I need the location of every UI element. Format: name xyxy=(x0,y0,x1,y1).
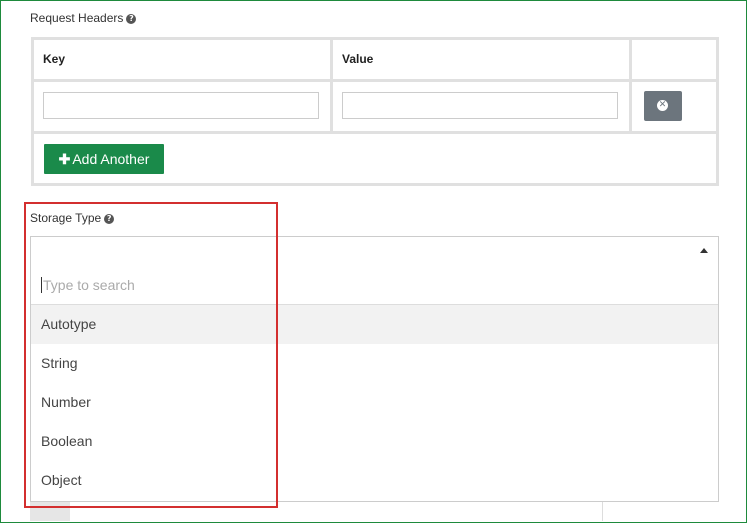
header-key-input[interactable] xyxy=(43,92,319,119)
dropdown-search-placeholder: Type to search xyxy=(41,277,135,293)
help-icon[interactable]: ? xyxy=(104,214,115,224)
storage-type-dropdown: Type to search Autotype String Number Bo… xyxy=(30,265,719,502)
dropdown-option-object[interactable]: Object xyxy=(31,461,718,500)
storage-type-label-text: Storage Type xyxy=(30,211,102,225)
dropdown-search-input[interactable]: Type to search xyxy=(31,265,718,305)
background-element xyxy=(30,502,70,521)
dropdown-option-boolean[interactable]: Boolean xyxy=(31,422,718,461)
key-column-label: Key xyxy=(43,52,66,66)
dropdown-option-string[interactable]: String xyxy=(31,344,718,383)
help-icon[interactable]: ? xyxy=(126,14,137,24)
value-column-label: Value xyxy=(342,52,374,66)
key-column-header: Key xyxy=(34,40,333,82)
storage-type-label: Storage Type? xyxy=(30,211,115,225)
key-cell xyxy=(34,82,333,134)
header-value-input[interactable] xyxy=(342,92,618,119)
caret-up-icon xyxy=(700,248,708,253)
value-cell xyxy=(333,82,632,134)
remove-circle-icon: ✕ xyxy=(657,100,668,111)
plus-icon: ✚ xyxy=(58,151,71,167)
value-column-header: Value xyxy=(333,40,632,82)
add-another-button[interactable]: ✚ Add Another xyxy=(44,144,164,174)
dropdown-option-autotype[interactable]: Autotype xyxy=(31,305,718,344)
request-headers-label-text: Request Headers xyxy=(30,11,124,25)
request-headers-label: Request Headers? xyxy=(30,11,137,25)
request-headers-table: Key Value ✕ ✚ Add Another xyxy=(31,37,719,186)
storage-type-select[interactable] xyxy=(30,236,719,266)
add-another-label: Add Another xyxy=(72,151,150,167)
background-divider xyxy=(602,502,603,521)
dropdown-option-number[interactable]: Number xyxy=(31,383,718,422)
actions-column-header xyxy=(632,40,719,82)
remove-row-button[interactable]: ✕ xyxy=(644,91,682,121)
